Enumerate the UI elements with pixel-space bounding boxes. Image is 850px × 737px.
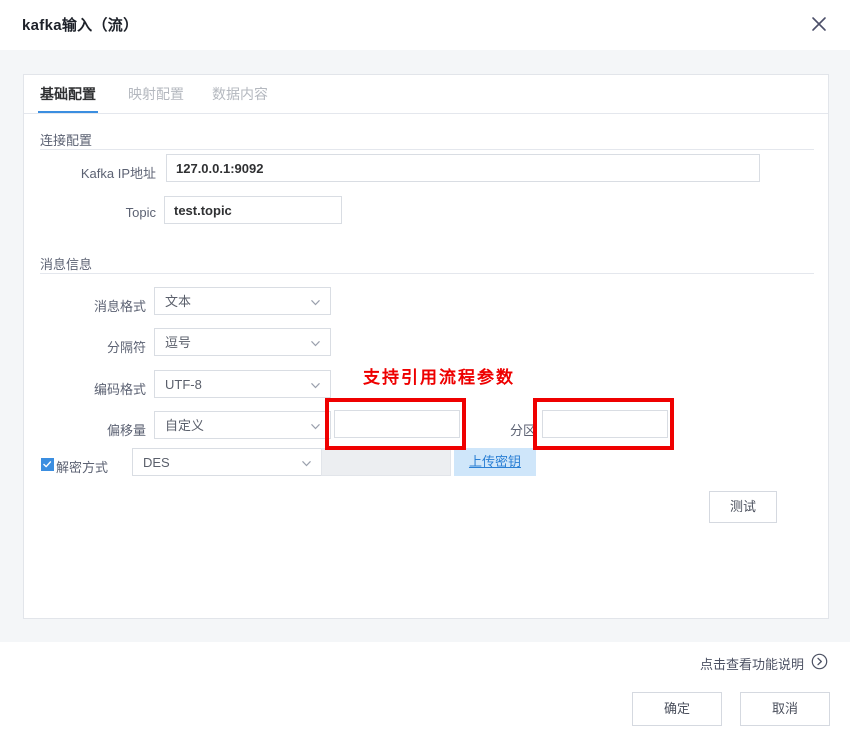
annotation-text: 支持引用流程参数 xyxy=(363,368,515,388)
tab-mapping-config[interactable]: 映射配置 xyxy=(128,84,184,104)
kafka-input-dialog: kafka输入（流） 基础配置 映射配置 数据内容 连接配置 Kafka IP地… xyxy=(0,0,850,737)
encoding-select[interactable]: UTF-8 xyxy=(154,370,331,398)
chevron-down-icon xyxy=(310,338,321,349)
message-format-select[interactable]: 文本 xyxy=(154,287,331,315)
decrypt-checkbox[interactable] xyxy=(41,458,54,471)
dialog-content-region: 基础配置 映射配置 数据内容 连接配置 Kafka IP地址 Topic 消息信… xyxy=(0,50,850,642)
delimiter-value: 逗号 xyxy=(165,335,192,350)
decrypt-key-field xyxy=(321,448,451,476)
label-encoding: 编码格式 xyxy=(93,382,146,397)
tab-bar: 基础配置 映射配置 数据内容 xyxy=(24,75,828,114)
chevron-down-icon xyxy=(310,380,321,391)
offset-value: 自定义 xyxy=(165,418,205,433)
config-panel: 基础配置 映射配置 数据内容 连接配置 Kafka IP地址 Topic 消息信… xyxy=(23,74,829,619)
test-button[interactable]: 测试 xyxy=(709,491,777,523)
chevron-down-icon xyxy=(301,458,312,469)
label-message-format: 消息格式 xyxy=(93,299,146,314)
label-partition: 分区 xyxy=(509,423,536,438)
tab-data-content[interactable]: 数据内容 xyxy=(212,84,268,104)
dialog-titlebar: kafka输入（流） xyxy=(0,0,850,50)
kafka-ip-input[interactable] xyxy=(166,154,760,182)
section-heading-message: 消息信息 xyxy=(40,257,93,272)
circle-arrow-right-icon[interactable] xyxy=(811,653,828,670)
offset-custom-input[interactable] xyxy=(334,410,460,438)
offset-select[interactable]: 自定义 xyxy=(154,411,331,439)
tab-basic-config[interactable]: 基础配置 xyxy=(38,84,98,113)
message-format-value: 文本 xyxy=(165,294,192,309)
section-divider-message xyxy=(40,273,814,274)
close-icon[interactable] xyxy=(806,11,832,37)
partition-input[interactable] xyxy=(542,410,668,438)
label-topic: Topic xyxy=(125,205,156,220)
cancel-button[interactable]: 取消 xyxy=(740,692,830,726)
upload-key-label: 上传密钥 xyxy=(468,454,521,469)
encoding-value: UTF-8 xyxy=(165,377,202,392)
decrypt-method-select[interactable]: DES xyxy=(132,448,322,476)
delimiter-select[interactable]: 逗号 xyxy=(154,328,331,356)
label-delimiter: 分隔符 xyxy=(106,340,146,355)
upload-key-button[interactable]: 上传密钥 xyxy=(454,448,536,476)
label-kafka-ip: Kafka IP地址 xyxy=(80,166,156,181)
label-offset: 偏移量 xyxy=(106,423,146,438)
decrypt-method-value: DES xyxy=(143,455,170,470)
dialog-footer: 点击查看功能说明 确定 取消 xyxy=(0,642,850,737)
page-title: kafka输入（流） xyxy=(22,17,139,34)
confirm-button[interactable]: 确定 xyxy=(632,692,722,726)
topic-input[interactable] xyxy=(164,196,342,224)
help-link[interactable]: 点击查看功能说明 xyxy=(700,654,804,673)
label-decrypt-method: 解密方式 xyxy=(56,460,109,475)
chevron-down-icon xyxy=(310,297,321,308)
chevron-down-icon xyxy=(310,421,321,432)
section-heading-connection: 连接配置 xyxy=(40,133,93,148)
section-divider-connection xyxy=(40,149,814,150)
